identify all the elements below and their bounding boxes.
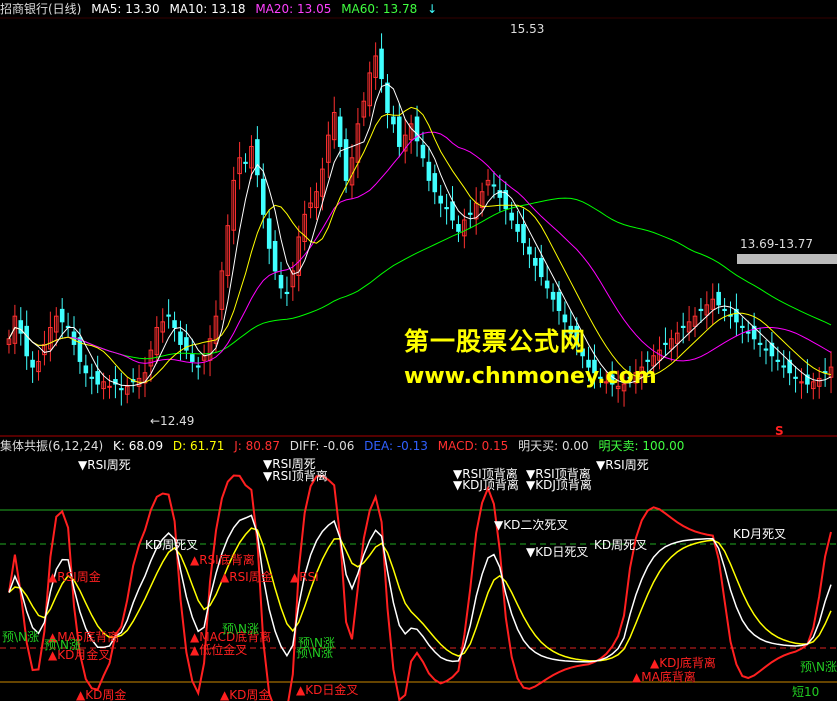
candle-body [645,359,650,362]
watermark-title: 第一股票公式网 [404,327,587,356]
candle-body [698,308,704,312]
stock-chart-window: { "colors": {"bg":"#000000","up":"#ff303… [0,0,837,701]
short-label: 短10 [792,685,820,699]
watermark-url: www.chnmoney.com [404,364,657,389]
candle-body [491,184,497,187]
candle-body [397,116,402,147]
k-line [8,514,832,663]
signal-rsi-week-death-1: ▼RSI周死 [78,458,131,472]
candle-body [521,224,526,244]
signal-kd-second-death: ▼KD二次死叉 [494,518,569,532]
candle-body [343,139,349,181]
signal-kd-week-gold-2: ▲KD周金 [220,688,271,701]
current-price-band [737,254,837,264]
candle-body [509,212,514,221]
signal-rsi-bottom-divergence: ▲RSI底背离 [190,553,255,567]
candle-body [107,385,112,388]
signal-kd-week-gold-1: ▲KD周金 [76,688,127,701]
candle-body [255,139,260,176]
candle-body [763,348,769,351]
candle-body [77,337,83,362]
signal-kd-day-death: ▼KD日死叉 [526,545,589,559]
signal-low-gold-cross: ▲低位金叉 [190,643,248,657]
candle-body [195,365,201,368]
candle-body [781,365,787,368]
candle-body [266,218,272,249]
candle-body [420,144,426,159]
d-line [8,527,832,662]
candle-body [467,212,473,215]
candle-body [775,359,781,362]
candle-body [680,325,686,328]
candle-body [438,195,443,204]
signal-kdj-top-divergence-2: ▼KDJ顶背离 [526,478,592,492]
candle-body [59,308,65,323]
candle-body [24,325,29,357]
candle-body [272,240,278,272]
candle-body [757,342,763,345]
candle-body [30,359,35,368]
candle-body [444,207,449,210]
candle-body [89,376,95,379]
signal-ma-bottom-divergence: ▲MA底背离 [632,670,696,684]
candle-body [119,388,124,391]
candle-body [95,371,100,385]
signal-rsi-short: ▲RSI [290,570,319,584]
candle-body [385,82,390,114]
candle-body [166,314,171,317]
signal-kd-week-death-2: KD周死叉 [594,538,648,552]
candle-body [745,331,751,334]
candle-body [663,342,668,345]
candle-body [793,376,798,379]
signal-kd-month-death: KD月死叉 [733,527,787,541]
signal-pre-rise-1: 预\N涨 [2,630,40,644]
candle-body [432,173,438,193]
signal-rsi-week-gold-2: ▲RSI周金 [220,570,273,584]
candle-body [178,331,183,345]
candle-body [722,308,727,312]
candle-body [284,291,290,295]
candle-body [556,291,562,312]
signal-kd-week-death-1: KD周死叉 [145,538,199,552]
signal-rsi-top-divergence-1: ▼RSI顶背离 [263,469,328,483]
signal-kdj-top-divergence-1: ▼KDJ顶背离 [453,478,519,492]
candle-body [450,201,455,221]
candle-body [740,325,745,328]
candle-body [550,291,556,300]
candle-body [544,280,550,289]
signal-pre-rise-6: 预\N涨 [44,638,82,652]
candle-body [426,161,432,181]
signal-pre-rise-4: 预\N涨 [296,646,334,660]
candle-body [562,314,568,323]
signal-kdj-bottom-divergence: ▲KDJ底背离 [650,656,716,670]
low-price-label: ←12.49 [150,414,195,428]
current-price-label: 13.69-13.77 [740,237,814,251]
s-signal-mark: S [775,424,784,438]
candle-body [515,224,520,232]
candle-body [337,116,343,147]
signal-pre-rise-5: 预\N涨 [800,660,837,674]
candle-body [716,291,721,306]
candle-body [391,116,396,125]
candle-body [172,320,177,328]
signal-rsi-week-death-3: ▼RSI周死 [596,458,649,472]
candle-body [456,224,461,232]
signal-kd-day-gold: ▲KD日金叉 [296,683,359,697]
candle-body [533,257,538,266]
signal-rsi-week-gold-1: ▲RSI周金 [48,570,101,584]
candle-body [260,178,266,215]
candle-body [379,48,384,80]
candle-body [538,257,544,278]
candle-body [243,161,248,164]
high-price-label: 15.53 [510,22,545,36]
candle-body [190,354,195,362]
signal-pre-rise-2: 预\N涨 [222,622,260,636]
candle-body [83,365,89,374]
candle-body [278,274,284,289]
candle-body [527,246,532,255]
